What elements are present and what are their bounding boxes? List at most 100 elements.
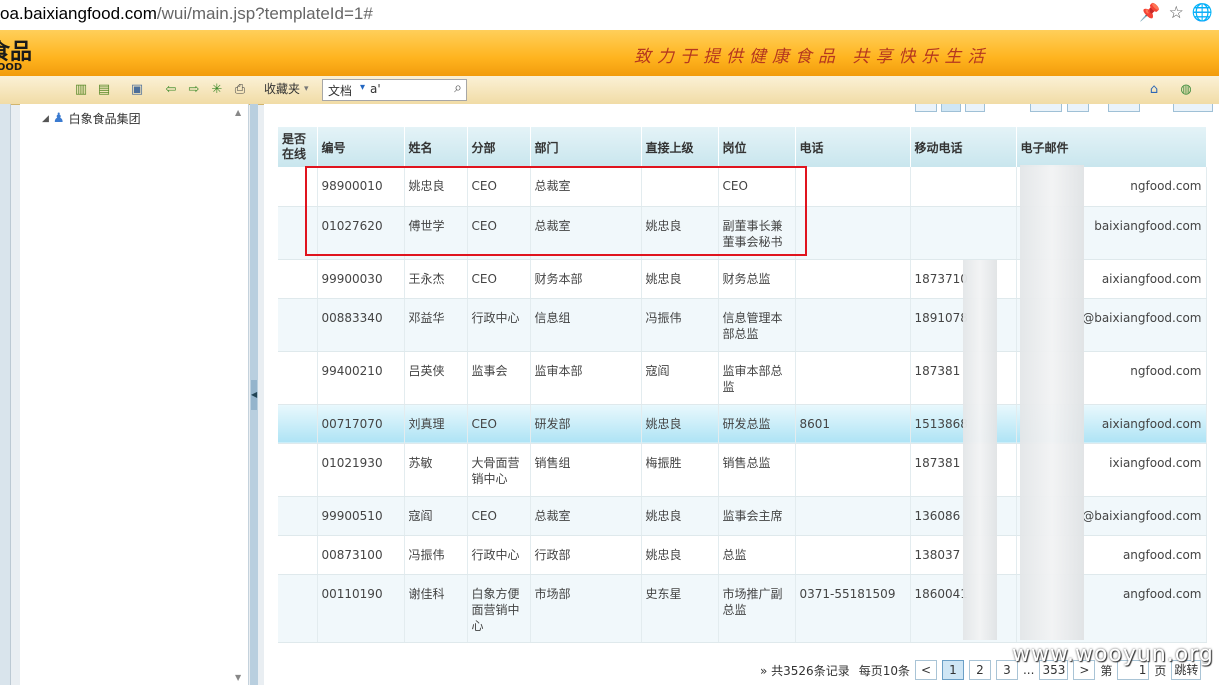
cell-name[interactable]: 谢佳科 [404, 574, 468, 643]
cell-online [278, 404, 318, 444]
pager-per-page: 每页10条 [858, 663, 910, 678]
favorites-dropdown-icon[interactable]: ▾ [304, 81, 309, 98]
tree-scrollbar[interactable]: ▲ ▼ [234, 108, 246, 682]
cell-division: 行政中心 [467, 535, 531, 575]
cell-department: 研发部 [530, 404, 642, 444]
cell-manager: 姚忠良 [641, 259, 719, 299]
search-input[interactable]: a' [370, 82, 381, 96]
cell-name[interactable]: 刘真理 [404, 404, 468, 444]
cell-online [278, 574, 318, 643]
cell-position: 信息管理本部总监 [718, 298, 796, 352]
cell-online [278, 259, 318, 299]
tree-node-label: 白象食品集团 [68, 112, 141, 126]
column-header-department[interactable]: 部门 [530, 127, 642, 167]
cell-department: 财务本部 [530, 259, 642, 299]
column-header-manager[interactable]: 直接上级 [641, 127, 719, 167]
cell-position: 销售总监 [718, 443, 796, 497]
forward-arrow-icon[interactable]: ⇨ [185, 81, 203, 99]
column-header-phone[interactable]: 电话 [795, 127, 911, 167]
cell-name[interactable]: 邓益华 [404, 298, 468, 352]
logo-english: FOOD [0, 62, 23, 73]
column-header-id[interactable]: 编号 [317, 127, 405, 167]
search-icon[interactable]: ⌕ [454, 80, 462, 96]
cell-division: 监事会 [467, 351, 531, 405]
column-header-online[interactable]: 是否在线 [278, 127, 318, 167]
top-pager-button[interactable] [1030, 104, 1062, 112]
cell-phone [795, 298, 911, 352]
column-header-division[interactable]: 分部 [467, 127, 531, 167]
cell-department: 销售组 [530, 443, 642, 497]
world-icon[interactable]: ◍ [1177, 81, 1195, 99]
cell-manager: 梅振胜 [641, 443, 719, 497]
cell-division: CEO [467, 404, 531, 444]
cell-phone [795, 167, 911, 207]
panel-splitter[interactable]: ◀ [250, 104, 258, 685]
cell-position: 财务总监 [718, 259, 796, 299]
pin-icon[interactable]: 📌 [1139, 3, 1160, 23]
pager-page-button[interactable]: 2 [968, 660, 991, 680]
left-collapsed-panel[interactable] [0, 104, 11, 685]
pager-page-button[interactable]: 1 [941, 660, 964, 680]
top-pager-button[interactable] [1108, 104, 1140, 112]
cell-name[interactable]: 王永杰 [404, 259, 468, 299]
pager-total: » 共3526条记录 [760, 663, 850, 678]
header-banner: 食品 FOOD 致力于提供健康食品 共享快乐生活 [0, 30, 1219, 76]
url-text[interactable]: oa.baixiangfood.com/wui/main.jsp?templat… [0, 4, 373, 24]
window-icon[interactable]: ▣ [128, 81, 146, 99]
email-blur-overlay [1020, 165, 1084, 640]
top-pager-button[interactable] [965, 104, 985, 112]
column-header-position[interactable]: 岗位 [718, 127, 796, 167]
pager-prev-button[interactable]: < [914, 660, 937, 680]
cell-name[interactable]: 寇阎 [404, 496, 468, 536]
cell-position: 市场推广副总监 [718, 574, 796, 643]
address-bar[interactable]: oa.baixiangfood.com/wui/main.jsp?templat… [0, 0, 1219, 31]
cell-name[interactable]: 冯振伟 [404, 535, 468, 575]
column-header-email[interactable]: 电子邮件 [1016, 127, 1207, 167]
cell-phone [795, 206, 911, 260]
org-group-icon: ♟ [52, 111, 65, 126]
refresh-icon[interactable]: ✳ [208, 81, 226, 99]
column-header-name[interactable]: 姓名 [404, 127, 468, 167]
top-pager-button[interactable] [1067, 104, 1089, 112]
cell-department: 行政部 [530, 535, 642, 575]
cell-name[interactable]: 吕英侠 [404, 351, 468, 405]
cell-phone [795, 443, 911, 497]
cell-online [278, 535, 318, 575]
layout-columns-icon[interactable]: ▥ [72, 81, 90, 99]
tree-node-root[interactable]: ◢ ♟ 白象食品集团 [42, 110, 141, 127]
cell-online [278, 351, 318, 405]
scroll-down-icon[interactable]: ▼ [235, 673, 241, 682]
search-type-select[interactable]: 文档 [328, 82, 352, 99]
cell-online [278, 298, 318, 352]
company-slogan: 致力于提供健康食品 共享快乐生活 [634, 47, 991, 67]
highlight-box [305, 166, 807, 256]
search-box[interactable]: 文档 ▾ a' ⌕ [322, 79, 467, 101]
cell-id: 99900030 [317, 259, 405, 299]
cell-id: 00110190 [317, 574, 405, 643]
layout-rows-icon[interactable]: ▤ [95, 81, 113, 99]
print-icon[interactable]: ⎙ [231, 81, 249, 99]
cell-position: 研发总监 [718, 404, 796, 444]
scroll-up-icon[interactable]: ▲ [235, 108, 241, 117]
search-type-dropdown-icon[interactable]: ▾ [360, 82, 365, 93]
globe-icon[interactable]: 🌐 [1192, 3, 1213, 23]
column-header-mobile[interactable]: 移动电话 [910, 127, 1017, 167]
address-bar-tools: 📌 ☆ 🌐 [1139, 3, 1213, 23]
star-icon[interactable]: ☆ [1169, 3, 1184, 23]
cell-name[interactable]: 苏敏 [404, 443, 468, 497]
cell-id: 00717070 [317, 404, 405, 444]
cell-manager: 姚忠良 [641, 535, 719, 575]
cell-division: CEO [467, 496, 531, 536]
back-arrow-icon[interactable]: ⇦ [162, 81, 180, 99]
top-pager-button[interactable] [1173, 104, 1213, 112]
cell-division: 白象方便面营销中心 [467, 574, 531, 643]
cell-id: 01021930 [317, 443, 405, 497]
cell-manager: 冯振伟 [641, 298, 719, 352]
cell-department: 市场部 [530, 574, 642, 643]
home-icon[interactable]: ⌂ [1145, 81, 1163, 99]
favorites-menu[interactable]: 收藏夹 [264, 81, 300, 98]
tree-collapse-icon[interactable]: ◢ [42, 114, 49, 124]
collapse-arrow-icon[interactable]: ◀ [251, 380, 257, 410]
top-pager-button[interactable] [915, 104, 937, 112]
top-pager-button[interactable] [941, 104, 961, 112]
